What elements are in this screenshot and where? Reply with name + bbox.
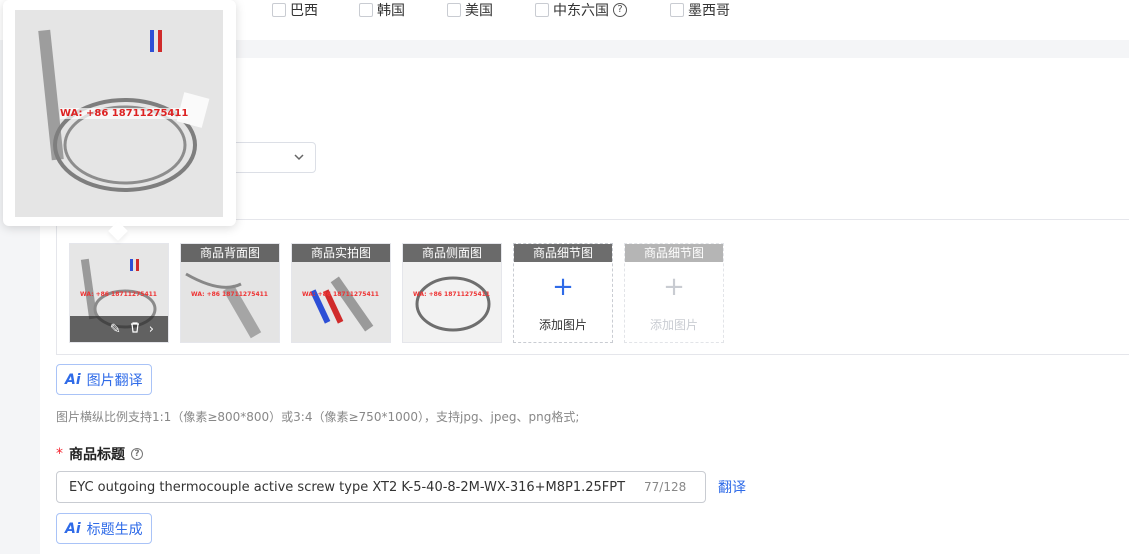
checkbox-box[interactable] bbox=[447, 3, 461, 17]
ai-image-translate-button[interactable]: Ai 图片翻译 bbox=[56, 364, 152, 395]
checkbox-box[interactable] bbox=[359, 3, 373, 17]
region-checkbox-middle-east[interactable]: 中东六国 ? bbox=[535, 0, 627, 20]
region-checkbox-korea[interactable]: 韩国 bbox=[359, 0, 405, 20]
add-image-label: 添加图片 bbox=[538, 318, 587, 332]
add-image-label: 添加图片 bbox=[649, 318, 698, 332]
plus-icon: + bbox=[552, 272, 574, 302]
button-label: 标题生成 bbox=[86, 521, 143, 538]
translate-link[interactable]: 翻译 bbox=[718, 477, 746, 497]
watermark-text: WA: +86 18711275411 bbox=[413, 291, 490, 298]
chevron-right-icon[interactable]: › bbox=[149, 322, 154, 337]
plus-icon: + bbox=[663, 272, 685, 302]
required-mark: * bbox=[56, 446, 63, 462]
region-checkbox-mexico[interactable]: 墨西哥 bbox=[670, 0, 730, 20]
image-actions-bar: ✎ › bbox=[70, 316, 168, 342]
watermark-text: WA: +86 18711275411 bbox=[80, 291, 157, 298]
ai-icon: Ai bbox=[65, 371, 81, 388]
watermark-text: WA: +86 18711275411 bbox=[302, 291, 379, 298]
checkbox-box[interactable] bbox=[670, 3, 684, 17]
image-caption: 商品细节图 bbox=[514, 244, 612, 262]
checkbox-label: 中东六国 bbox=[553, 3, 609, 19]
watermark-text: WA: +86 18711275411 bbox=[191, 291, 268, 298]
ai-title-generate-button[interactable]: Ai 标题生成 bbox=[56, 513, 152, 544]
checkbox-label: 韩国 bbox=[377, 3, 405, 19]
edit-icon[interactable]: ✎ bbox=[110, 322, 121, 337]
chevron-down-icon bbox=[293, 151, 305, 166]
image-slot-detail-add[interactable]: 商品细节图 + 添加图片 bbox=[513, 243, 613, 343]
image-caption: 商品背面图 bbox=[181, 244, 279, 262]
image-caption: 商品实拍图 bbox=[292, 244, 390, 262]
title-field-label: * 商品标题 ? bbox=[56, 444, 143, 464]
product-title-input[interactable]: EYC outgoing thermocouple active screw t… bbox=[56, 471, 706, 503]
trash-icon[interactable] bbox=[129, 321, 141, 337]
char-count: 77/128 bbox=[644, 480, 687, 494]
help-icon[interactable]: ? bbox=[131, 448, 143, 460]
ai-icon: Ai bbox=[65, 520, 81, 537]
image-format-hint: 图片横纵比例支持1:1（像素≥800*800）或3:4（像素≥750*1000）… bbox=[56, 410, 580, 424]
image-slot-main[interactable]: WA: +86 18711275411 ✎ › bbox=[69, 243, 169, 343]
image-caption: 商品细节图 bbox=[625, 244, 723, 262]
image-slot-back[interactable]: 商品背面图 WA: +86 18711275411 bbox=[180, 243, 280, 343]
image-slot-side[interactable]: 商品侧面图 WA: +86 18711275411 bbox=[402, 243, 502, 343]
image-slot-detail-add-disabled: 商品细节图 + 添加图片 bbox=[624, 243, 724, 343]
image-caption: 商品侧面图 bbox=[403, 244, 501, 262]
help-icon[interactable]: ? bbox=[613, 3, 627, 17]
label-text: 商品标题 bbox=[69, 447, 125, 463]
region-checkbox-brazil[interactable]: 巴西 bbox=[272, 0, 318, 20]
checkbox-label: 巴西 bbox=[290, 3, 318, 19]
checkbox-box[interactable] bbox=[535, 3, 549, 17]
watermark-text: WA: +86 18711275411 bbox=[60, 108, 189, 119]
region-checkbox-usa[interactable]: 美国 bbox=[447, 0, 493, 20]
checkbox-label: 美国 bbox=[465, 3, 493, 19]
checkbox-label: 墨西哥 bbox=[688, 3, 730, 19]
button-label: 图片翻译 bbox=[86, 372, 143, 389]
checkbox-box[interactable] bbox=[272, 3, 286, 17]
preview-image: WA: +86 18711275411 bbox=[15, 10, 223, 217]
image-slot-real[interactable]: 商品实拍图 WA: +86 18711275411 bbox=[291, 243, 391, 343]
